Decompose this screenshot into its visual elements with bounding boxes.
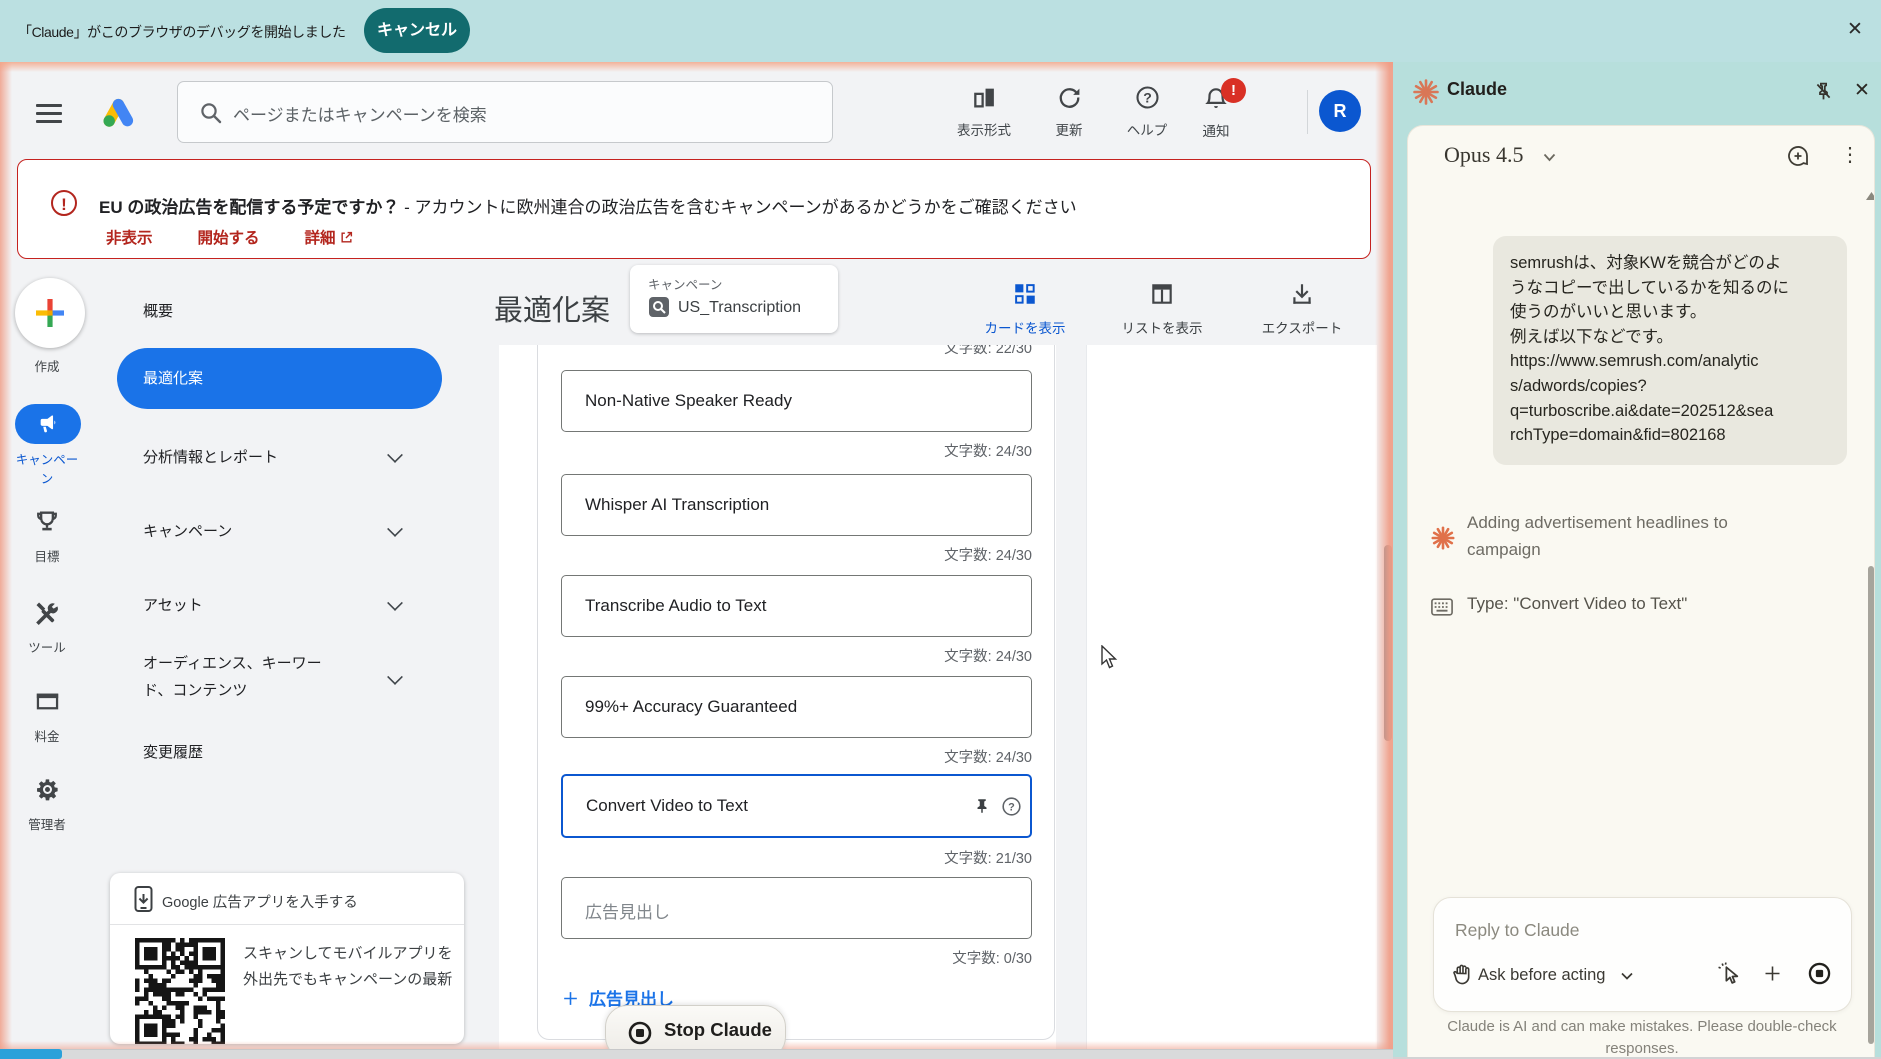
svg-text:?: ? [1008, 802, 1015, 814]
svg-text:?: ? [1143, 90, 1152, 106]
